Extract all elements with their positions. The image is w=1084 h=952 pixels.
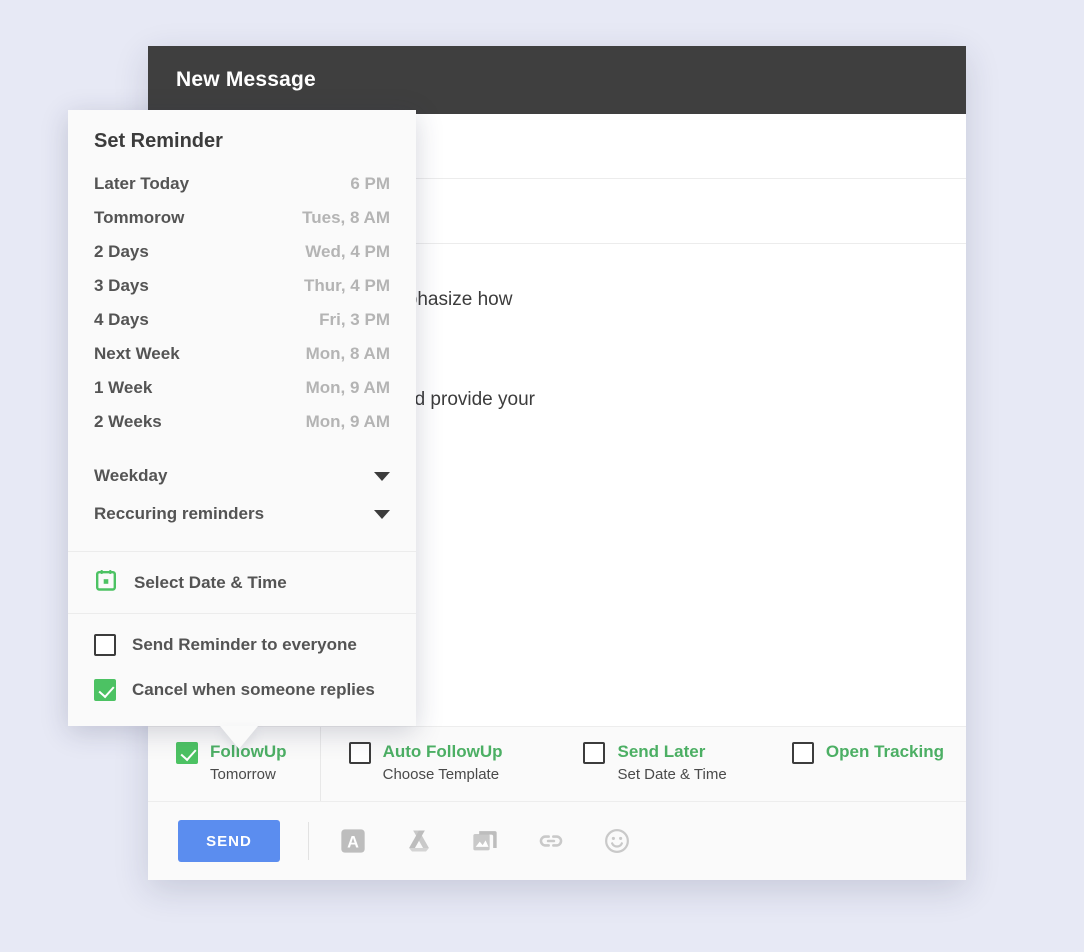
expander-weekday[interactable]: Weekday <box>68 457 416 495</box>
svg-text:A: A <box>347 833 359 851</box>
reminder-option-next-week[interactable]: Next Week Mon, 8 AM <box>68 337 416 371</box>
reminder-time: Mon, 8 AM <box>305 344 390 363</box>
insert-photo-icon[interactable] <box>471 827 499 855</box>
expander-recurring-reminders[interactable]: Reccuring reminders <box>68 495 416 533</box>
option-send-later-title: Send Later <box>617 742 706 761</box>
option-send-later[interactable]: Send Later Set Date & Time <box>555 727 763 801</box>
reminder-option-3-days[interactable]: 3 Days Thur, 4 PM <box>68 269 416 303</box>
reminder-label: Tommorow <box>94 208 185 227</box>
reminder-label: Later Today <box>94 174 190 193</box>
reminder-time: Mon, 9 AM <box>305 412 390 431</box>
reminder-label: 4 Days <box>94 310 149 329</box>
auto-followup-checkbox[interactable] <box>348 742 371 764</box>
chevron-down-icon[interactable] <box>374 509 390 519</box>
reminder-option-tommorow[interactable]: Tommorow Tues, 8 AM <box>68 201 416 235</box>
reminder-time: Mon, 9 AM <box>305 378 390 397</box>
set-reminder-heading: Set Reminder <box>94 130 223 152</box>
reminder-option-4-days[interactable]: 4 Days Fri, 3 PM <box>68 303 416 337</box>
option-auto-followup-texts: Auto FollowUp Choose Template <box>383 741 534 787</box>
page-title: New Message <box>176 68 316 91</box>
dropdown-pointer-arrow <box>220 726 258 749</box>
panel-spacer <box>68 439 416 457</box>
panel-spacer <box>68 533 416 551</box>
option-open-tracking-title: Open Tracking <box>825 742 944 761</box>
set-reminder-dropdown: Set Reminder Later Today 6 PM Tommorow T… <box>68 110 416 749</box>
option-send-later-texts: Send Later Set Date & Time <box>617 741 741 787</box>
reminder-time: Thur, 4 PM <box>304 276 390 295</box>
chevron-down-icon[interactable] <box>374 471 390 481</box>
expander-weekday-label: Weekday <box>94 466 168 485</box>
followup-checkbox[interactable] <box>176 742 198 764</box>
cancel-when-replies-label: Cancel when someone replies <box>132 679 375 699</box>
reminder-time: Fri, 3 PM <box>319 310 390 329</box>
expander-recurring-label: Reccuring reminders <box>94 504 265 523</box>
calendar-icon <box>94 568 118 597</box>
reminder-time: Wed, 4 PM <box>305 242 390 261</box>
send-later-checkbox[interactable] <box>583 742 606 764</box>
reminder-option-later-today[interactable]: Later Today 6 PM <box>68 167 416 201</box>
panel-checkbox-group: Send Reminder to everyone Cancel when so… <box>68 614 416 726</box>
reminder-label: 2 Days <box>94 242 149 261</box>
reminder-time: Tues, 8 AM <box>302 208 390 227</box>
reminder-option-2-weeks[interactable]: 2 Weeks Mon, 9 AM <box>68 405 416 439</box>
send-reminder-everyone-label: Send Reminder to everyone <box>132 634 357 654</box>
reminder-label: 2 Weeks <box>94 412 162 431</box>
reminder-label: 3 Days <box>94 276 149 295</box>
reminder-label: Next Week <box>94 344 180 363</box>
compose-toolbar-icons: A <box>339 827 631 855</box>
send-reminder-everyone-checkbox[interactable] <box>94 634 116 656</box>
option-auto-followup[interactable]: Auto FollowUp Choose Template <box>321 727 556 801</box>
option-auto-followup-subtitle: Choose Template <box>382 766 500 783</box>
open-tracking-checkbox[interactable] <box>791 742 814 764</box>
reminder-time: 6 PM <box>350 174 390 193</box>
format-text-icon[interactable]: A <box>339 827 367 855</box>
option-send-later-subtitle: Set Date & Time <box>617 766 727 783</box>
option-followup-subtitle: Tomorrow <box>210 766 276 783</box>
option-open-tracking[interactable]: Open Tracking <box>764 727 966 801</box>
insert-link-icon[interactable] <box>537 827 565 855</box>
compose-header: New Message <box>148 46 966 114</box>
send-row: SEND A <box>148 802 966 880</box>
panel-option-send-reminder-everyone[interactable]: Send Reminder to everyone <box>68 622 416 667</box>
reminder-label: 1 Week <box>94 378 153 397</box>
option-auto-followup-title: Auto FollowUp <box>382 742 503 761</box>
reminder-option-2-days[interactable]: 2 Days Wed, 4 PM <box>68 235 416 269</box>
send-button[interactable]: SEND <box>178 820 280 862</box>
panel-option-cancel-when-replies[interactable]: Cancel when someone replies <box>68 667 416 712</box>
insert-emoji-icon[interactable] <box>603 827 631 855</box>
option-open-tracking-texts: Open Tracking <box>826 741 944 765</box>
select-date-time-row[interactable]: Select Date & Time <box>68 552 416 613</box>
compose-options-bar: FollowUp Tomorrow Auto FollowUp Choose T… <box>148 726 966 802</box>
cancel-when-replies-checkbox[interactable] <box>94 679 116 701</box>
reminder-option-1-week[interactable]: 1 Week Mon, 9 AM <box>68 371 416 405</box>
select-date-time-label: Select Date & Time <box>134 572 287 592</box>
toolbar-divider <box>308 822 309 860</box>
google-drive-icon[interactable] <box>405 827 433 855</box>
